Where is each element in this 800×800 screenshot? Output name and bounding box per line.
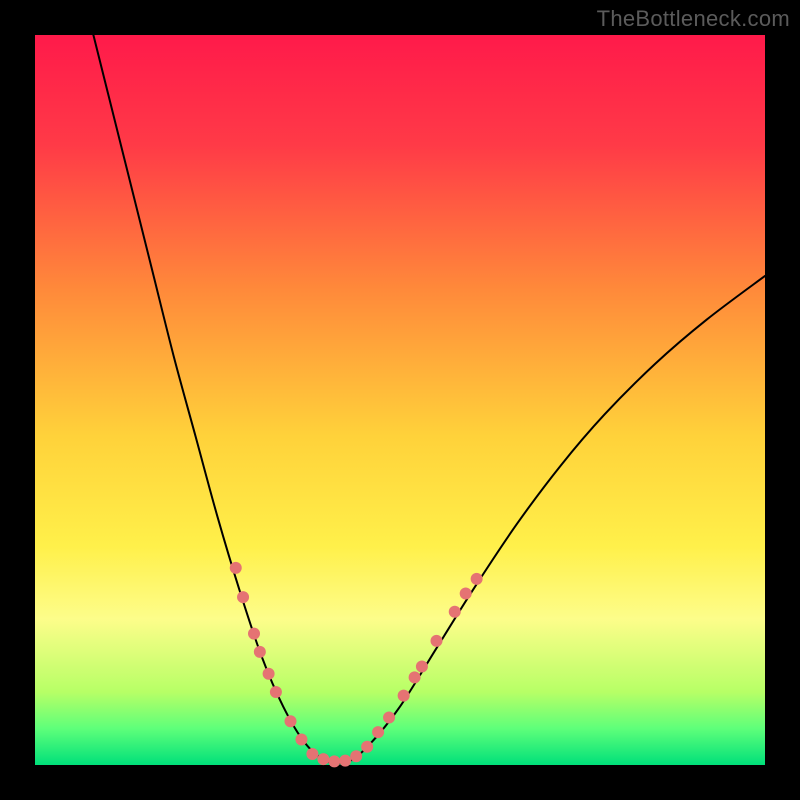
data-marker — [285, 715, 297, 727]
data-marker — [237, 591, 249, 603]
data-marker — [295, 733, 307, 745]
data-marker — [431, 635, 443, 647]
chart-frame: TheBottleneck.com — [0, 0, 800, 800]
data-marker — [270, 686, 282, 698]
data-marker — [263, 668, 275, 680]
watermark-text: TheBottleneck.com — [597, 6, 790, 32]
data-marker — [306, 748, 318, 760]
data-marker — [471, 573, 483, 585]
data-marker — [317, 753, 329, 765]
data-marker — [460, 587, 472, 599]
data-marker — [254, 646, 266, 658]
data-marker — [361, 741, 373, 753]
plot-background — [35, 35, 765, 765]
data-marker — [328, 755, 340, 767]
data-marker — [409, 671, 421, 683]
data-marker — [248, 628, 260, 640]
data-marker — [416, 660, 428, 672]
data-marker — [398, 690, 410, 702]
data-marker — [230, 562, 242, 574]
data-marker — [339, 755, 351, 767]
data-marker — [383, 712, 395, 724]
data-marker — [372, 726, 384, 738]
bottleneck-chart — [0, 0, 800, 800]
data-marker — [449, 606, 461, 618]
data-marker — [350, 750, 362, 762]
